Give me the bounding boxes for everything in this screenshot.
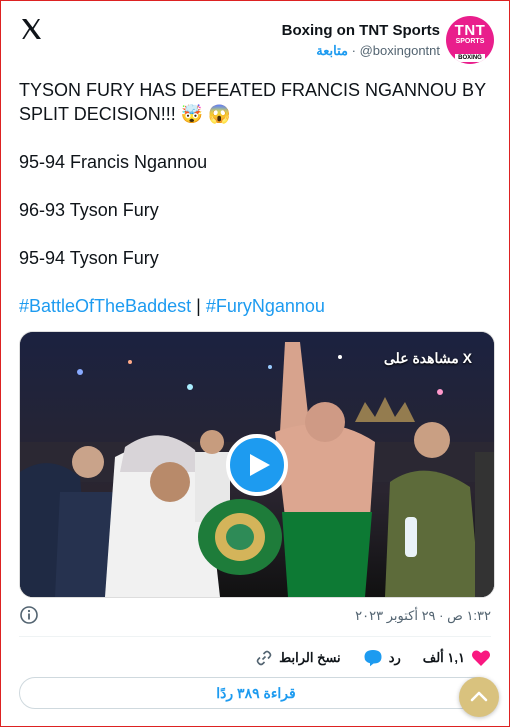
link-icon <box>256 650 272 666</box>
divider <box>19 636 491 637</box>
tweet-headline: TYSON FURY HAS DEFEATED FRANCIS NGANNOU … <box>19 80 486 124</box>
copy-link-button[interactable]: نسخ الرابط <box>255 649 341 667</box>
hashtag-link-1[interactable]: #BattleOfTheBaddest <box>19 296 191 316</box>
tweet-embed-card: TNT SPORTS BOXING Boxing on TNT Sports م… <box>0 0 510 727</box>
score-line-3: 95-94 Tyson Fury <box>19 248 159 268</box>
tweet-timestamp[interactable]: ١:٣٢ ص · ٢٩ أكتوبر ٢٠٢٣ <box>355 608 491 624</box>
chevron-up-icon <box>470 691 488 702</box>
score-line-2: 96-93 Tyson Fury <box>19 200 159 220</box>
tweet-text: TYSON FURY HAS DEFEATED FRANCIS NGANNOU … <box>19 78 497 342</box>
play-button[interactable] <box>226 434 288 496</box>
reply-label: رد <box>388 650 401 665</box>
watch-on-x-label[interactable]: مشاهدة على X <box>384 350 472 367</box>
hashtag-line: #BattleOfTheBaddest | #FuryNgannou <box>19 294 497 318</box>
like-button[interactable]: ١,١ ألف <box>423 649 491 667</box>
avatar[interactable]: TNT SPORTS BOXING <box>446 16 494 64</box>
hashtag-separator: | <box>196 296 201 316</box>
x-logo-icon[interactable] <box>19 17 43 41</box>
like-count: ١,١ ألف <box>422 650 465 665</box>
account-name[interactable]: Boxing on TNT Sports <box>282 22 440 39</box>
account-handle[interactable]: @boxingontnt <box>360 43 440 58</box>
reply-button[interactable]: رد <box>363 649 401 667</box>
handle-row: متابعة · @boxingontnt <box>316 43 440 59</box>
avatar-line-2: SPORTS <box>455 38 485 45</box>
play-icon <box>250 454 270 476</box>
read-replies-button[interactable]: قراءة ٣٨٩ ردًا <box>19 677 493 709</box>
video-thumbnail[interactable]: مشاهدة على X <box>19 331 495 598</box>
copy-link-label: نسخ الرابط <box>279 650 341 665</box>
action-bar: نسخ الرابط رد ١,١ ألف <box>255 649 491 667</box>
hashtag-link-2[interactable]: #FuryNgannou <box>206 296 325 316</box>
avatar-line-3: BOXING <box>455 54 485 62</box>
follow-button[interactable]: متابعة <box>316 43 348 58</box>
reply-bubble-icon <box>364 650 382 667</box>
score-line-1: 95-94 Francis Ngannou <box>19 152 208 172</box>
avatar-line-1: TNT <box>454 22 486 39</box>
heart-icon <box>471 650 491 666</box>
scroll-to-top-button[interactable] <box>459 677 499 717</box>
info-icon[interactable] <box>19 605 39 625</box>
separator-dot: · <box>351 43 356 58</box>
